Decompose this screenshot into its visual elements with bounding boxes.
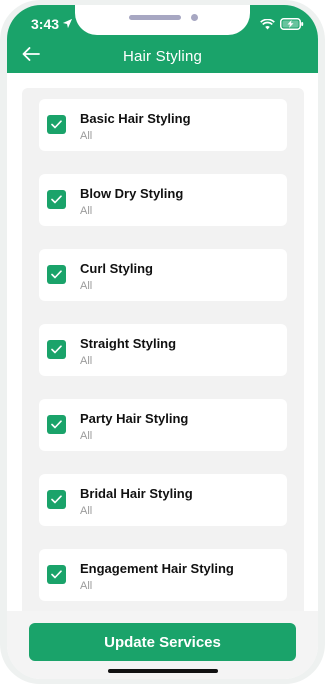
- update-services-button[interactable]: Update Services: [29, 623, 296, 661]
- service-scope: All: [80, 130, 93, 142]
- status-icons: [260, 17, 304, 35]
- phone-frame: 3:43 Hair Styling Basic Hair Styling All…: [0, 0, 325, 684]
- service-name: Party Hair Styling: [80, 411, 189, 426]
- service-checkbox[interactable]: [47, 190, 66, 209]
- service-name: Straight Styling: [80, 336, 177, 351]
- service-name: Curl Styling: [80, 261, 153, 276]
- service-checkbox[interactable]: [47, 340, 66, 359]
- page-title: Hair Styling: [122, 48, 203, 65]
- service-item[interactable]: Basic Hair Styling All: [39, 99, 287, 151]
- service-item[interactable]: Engagement Hair Styling All: [39, 549, 287, 601]
- screen: 3:43 Hair Styling Basic Hair Styling All…: [7, 5, 318, 679]
- service-name: Bridal Hair Styling: [80, 486, 193, 501]
- home-indicator: [108, 669, 218, 673]
- service-scope: All: [80, 430, 93, 442]
- service-name: Blow Dry Styling: [80, 186, 184, 201]
- service-item[interactable]: Bridal Hair Styling All: [39, 474, 287, 526]
- status-time: 3:43: [31, 16, 73, 32]
- service-item[interactable]: Straight Styling All: [39, 324, 287, 376]
- device-notch: [75, 5, 250, 35]
- service-item[interactable]: Curl Styling All: [39, 249, 287, 301]
- service-name: Engagement Hair Styling: [80, 561, 234, 576]
- service-checkbox[interactable]: [47, 565, 66, 584]
- app-header: 3:43 Hair Styling: [7, 5, 318, 73]
- service-scope: All: [80, 505, 93, 517]
- service-scope: All: [80, 355, 93, 367]
- service-checkbox[interactable]: [47, 265, 66, 284]
- service-name: Basic Hair Styling: [80, 111, 191, 126]
- service-item[interactable]: Blow Dry Styling All: [39, 174, 287, 226]
- services-list: Basic Hair Styling All Blow Dry Styling …: [22, 88, 304, 618]
- battery-charging-icon: [280, 17, 304, 35]
- service-scope: All: [80, 205, 93, 217]
- wifi-icon: [260, 17, 275, 35]
- bottom-bar: Update Services: [7, 611, 318, 679]
- status-time-text: 3:43: [31, 16, 60, 32]
- service-checkbox[interactable]: [47, 415, 66, 434]
- speaker-grille: [129, 15, 181, 20]
- service-checkbox[interactable]: [47, 115, 66, 134]
- service-scope: All: [80, 280, 93, 292]
- service-checkbox[interactable]: [47, 490, 66, 509]
- front-camera: [191, 14, 198, 21]
- service-scope: All: [80, 580, 93, 592]
- service-item[interactable]: Party Hair Styling All: [39, 399, 287, 451]
- location-arrow-icon: [62, 16, 73, 32]
